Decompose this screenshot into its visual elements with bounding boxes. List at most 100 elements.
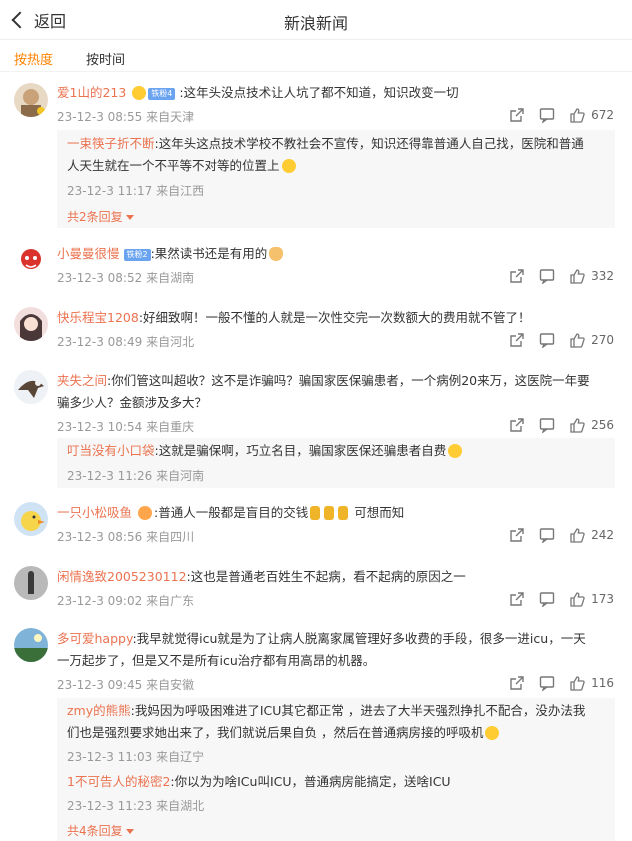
share-icon[interactable] <box>509 417 525 433</box>
comment-item: 爱1山的213 铁粉4 :这年头没点技术让人坑了都不知道，知识改变一切 23-1… <box>0 80 632 230</box>
comment-actions: 116 <box>495 675 614 691</box>
like-count: 256 <box>591 418 614 432</box>
reply-location: 来自辽宁 <box>156 750 205 764</box>
reply-body: 人天生就在一个不平等不对等的位置上 <box>67 158 280 173</box>
avatar[interactable] <box>14 566 48 600</box>
reply-text: 们也是强烈要求她出来了，我们就说后果自负 ，然后在普通病房接的呼吸机 <box>67 722 501 744</box>
laugh-emoji-icon <box>485 725 500 740</box>
username[interactable]: 夹失之间 <box>57 373 107 388</box>
emoji-icon <box>138 505 152 520</box>
username[interactable]: 小曼曼很慢 <box>57 246 120 261</box>
reply-body: :你以为为啥ICu叫ICU，普通病房能搞定，送啥ICU <box>170 774 451 789</box>
comment-time: 23-12-3 09:45 <box>57 678 143 692</box>
comment-icon[interactable] <box>539 591 555 607</box>
share-icon[interactable] <box>509 332 525 348</box>
username[interactable]: 闲情逸致2005230112 <box>57 569 187 584</box>
reply-text: zmy的熊熊:我妈因为呼吸困难进了ICU其它都正常 ，进去了大半天强烈挣扎不配合… <box>67 700 585 722</box>
comment-location: 来自河北 <box>146 335 195 349</box>
share-icon[interactable] <box>509 107 525 123</box>
username[interactable]: 爱1山的213 <box>57 85 126 100</box>
comment-time: 23-12-3 09:02 <box>57 594 143 608</box>
share-icon[interactable] <box>509 527 525 543</box>
comment-time: 23-12-3 10:54 <box>57 420 143 434</box>
comment-meta: 23-12-3 08:56 来自四川 <box>57 528 194 545</box>
comment-meta: 23-12-3 08:52 来自湖南 <box>57 269 194 286</box>
like-icon[interactable] <box>569 417 585 433</box>
comment-item: 闲情逸致2005230112:这也是普通老百姓生不起病，看不起病的原因之一 23… <box>0 564 632 614</box>
comment-location: 来自湖南 <box>146 271 195 285</box>
comment-location: 来自广东 <box>146 594 195 608</box>
avatar[interactable] <box>14 243 48 277</box>
username[interactable]: 多可爱happy <box>57 631 132 646</box>
like-icon[interactable] <box>569 332 585 348</box>
share-icon[interactable] <box>509 591 525 607</box>
comment-body: 骗多少人？金额涉及多大？ <box>57 395 208 410</box>
tab-by-hotness[interactable]: 按热度 <box>14 49 53 68</box>
like-count: 116 <box>591 676 614 690</box>
reply-username[interactable]: 1不可告人的秘密2 <box>67 774 170 789</box>
more-replies-link[interactable]: 共2条回复 <box>67 208 134 225</box>
reply-location: 来自江西 <box>156 184 205 198</box>
comment-text: 一万起步了，但是又不是所有icu治疗都有用高昂的机器。 <box>57 650 375 672</box>
comment-text: 爱1山的213 铁粉4 :这年头没点技术让人坑了都不知道，知识改变一切 <box>57 82 459 104</box>
comment-icon[interactable] <box>539 417 555 433</box>
comment-icon[interactable] <box>539 332 555 348</box>
comment-icon[interactable] <box>539 675 555 691</box>
reply-meta: 23-12-3 11:03 来自辽宁 <box>67 748 204 765</box>
comment-location: 来自天津 <box>146 110 195 124</box>
comment-icon[interactable] <box>539 107 555 123</box>
like-icon[interactable] <box>569 675 585 691</box>
comment-text: 闲情逸致2005230112:这也是普通老百姓生不起病，看不起病的原因之一 <box>57 566 466 588</box>
comment-time: 23-12-3 08:56 <box>57 530 143 544</box>
comment-actions: 672 <box>495 107 614 123</box>
comment-text: 小曼曼很慢 铁粉2:果然读书还是有用的 <box>57 243 285 265</box>
candle-emoji-icon <box>338 505 349 520</box>
comment-body: :你们管这叫超收？这不是诈骗吗？骗国家医保骗患者，一个病例20来万，这医院一年要 <box>107 373 590 388</box>
comment-text: 夹失之间:你们管这叫超收？这不是诈骗吗？骗国家医保骗患者，一个病例20来万，这医… <box>57 370 590 392</box>
reply-body: :这年头这点技术学校不教社会不宣传，知识还得靠普通人自己找，医院和普通 <box>154 136 584 151</box>
candle-emoji-icon <box>324 505 335 520</box>
comment-body: :这年头没点技术让人坑了都不知道，知识改变一切 <box>179 85 459 100</box>
top-nav-bar: 返回 新浪新闻 <box>0 0 632 40</box>
share-icon[interactable] <box>509 268 525 284</box>
avatar[interactable] <box>14 83 48 117</box>
comment-actions: 173 <box>495 591 614 607</box>
reply-time: 23-12-3 11:26 <box>67 469 153 483</box>
reply-username[interactable]: 一束筷子折不断 <box>67 136 155 151</box>
avatar[interactable] <box>14 307 48 341</box>
like-icon[interactable] <box>569 527 585 543</box>
tab-by-time[interactable]: 按时间 <box>86 49 125 68</box>
like-icon[interactable] <box>569 591 585 607</box>
avatar[interactable] <box>14 502 48 536</box>
like-icon[interactable] <box>569 268 585 284</box>
reply-username[interactable]: zmy的熊熊 <box>67 703 131 718</box>
avatar[interactable] <box>14 370 48 404</box>
more-replies-link[interactable]: 共4条回复 <box>67 822 134 839</box>
comment-item: 夹失之间:你们管这叫超收？这不是诈骗吗？骗国家医保骗患者，一个病例20来万，这医… <box>0 368 632 488</box>
comment-body: :好细致啊！一般不懂的人就是一次性交完一次数额大的费用就不管了！ <box>138 310 531 325</box>
like-icon[interactable] <box>569 107 585 123</box>
avatar[interactable] <box>14 628 48 662</box>
reply-location: 来自湖北 <box>156 799 205 813</box>
username[interactable]: 一只小松吸鱼 <box>57 505 132 520</box>
reply-meta: 23-12-3 11:17 来自江西 <box>67 182 204 199</box>
like-count: 242 <box>591 528 614 542</box>
comment-actions: 270 <box>495 332 614 348</box>
reply-time: 23-12-3 11:17 <box>67 184 153 198</box>
reply-time: 23-12-3 11:03 <box>67 750 153 764</box>
comment-body: :我早就觉得icu就是为了让病人脱离家属管理好多收费的手段，很多一进icu，一天 <box>132 631 586 646</box>
username[interactable]: 快乐程宝1208 <box>57 310 139 325</box>
comment-body: :普通人一般都是盲目的交钱 <box>154 505 309 520</box>
comment-meta: 23-12-3 10:54 来自重庆 <box>57 418 194 435</box>
share-icon[interactable] <box>509 675 525 691</box>
comment-meta: 23-12-3 09:45 来自安徽 <box>57 676 194 693</box>
comment-icon[interactable] <box>539 527 555 543</box>
comment-icon[interactable] <box>539 268 555 284</box>
comment-time: 23-12-3 08:49 <box>57 335 143 349</box>
comment-item: 快乐程宝1208:好细致啊！一般不懂的人就是一次性交完一次数额大的费用就不管了！… <box>0 305 632 355</box>
reply-text: 1不可告人的秘密2:你以为为啥ICu叫ICU，普通病房能搞定，送啥ICU <box>67 771 451 793</box>
caret-down-icon <box>125 215 134 220</box>
reply-time: 23-12-3 11:23 <box>67 799 153 813</box>
comment-time: 23-12-3 08:55 <box>57 110 143 124</box>
reply-username[interactable]: 叮当没有小口袋 <box>67 443 155 458</box>
